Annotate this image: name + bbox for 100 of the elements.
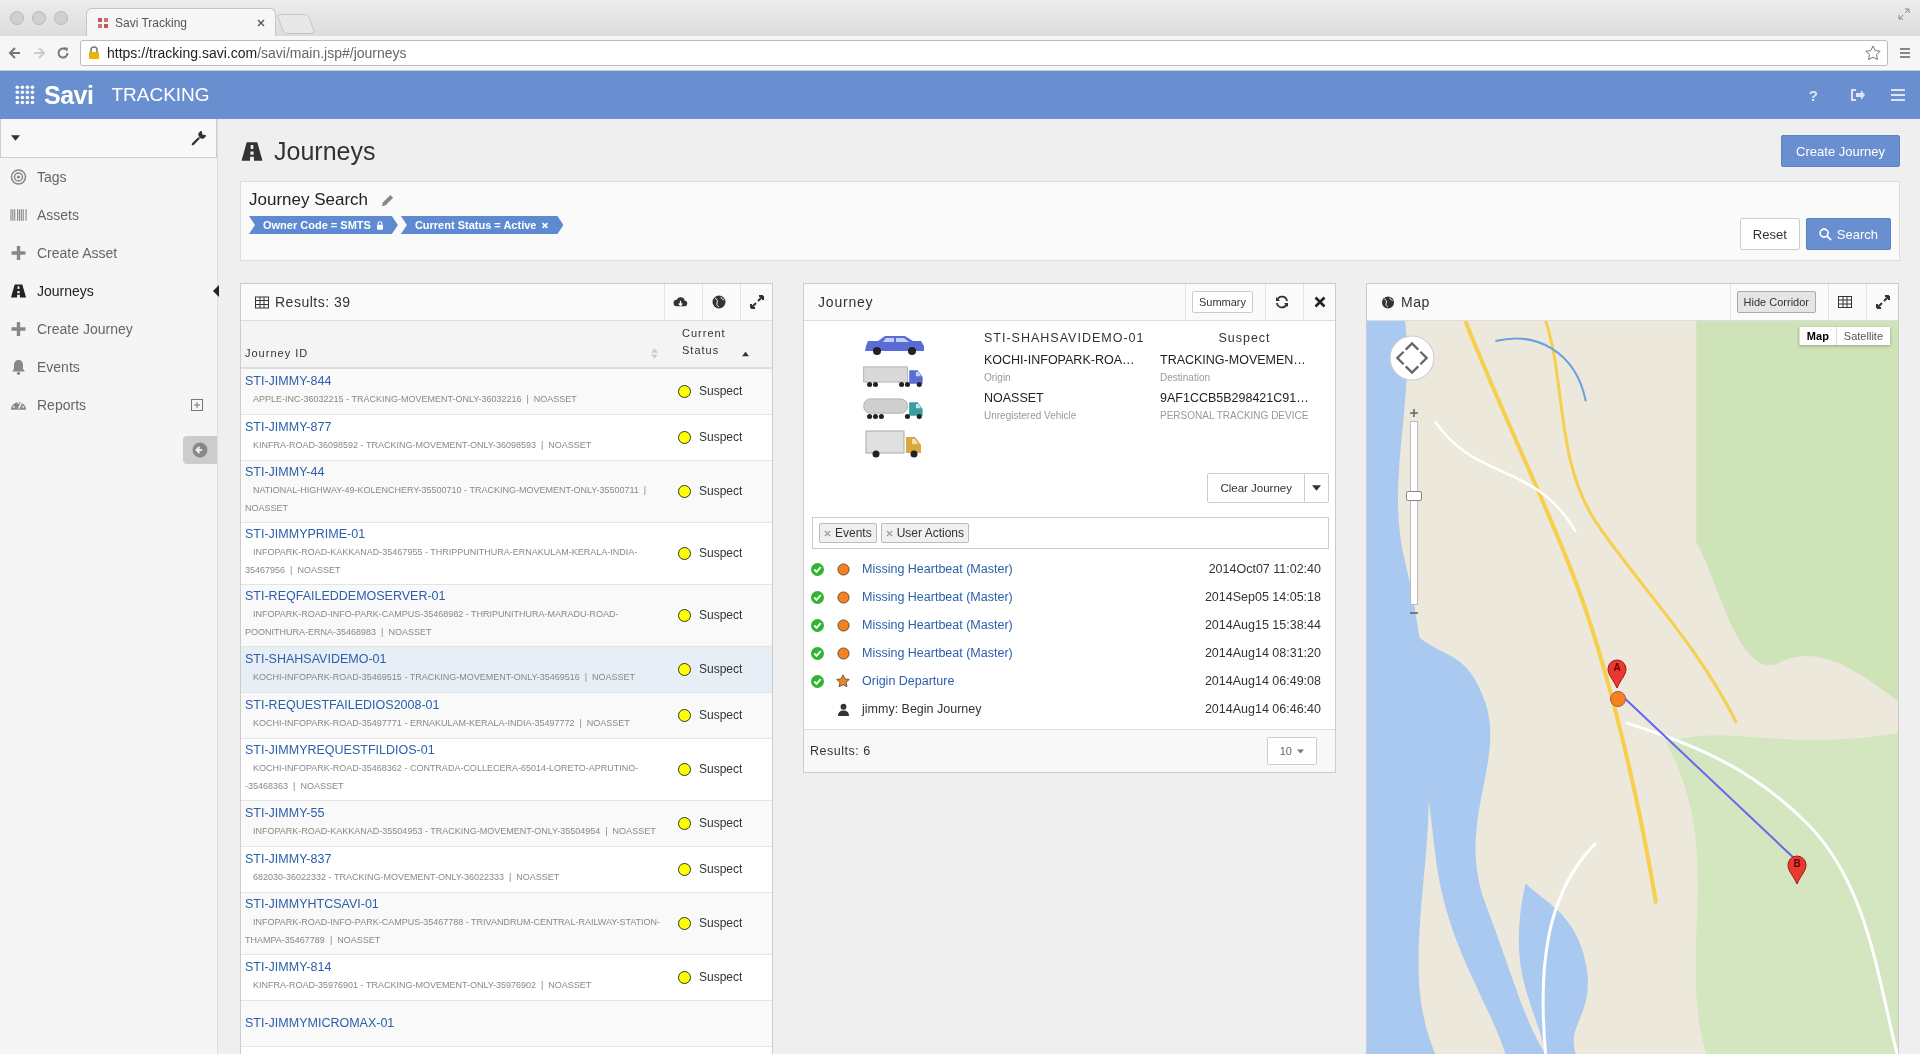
event-text: jimmy: Begin Journey [862, 702, 982, 716]
road-icon [10, 283, 27, 299]
expand-icon[interactable] [191, 399, 203, 411]
event-link[interactable]: Missing Heartbeat (Master) [862, 618, 1013, 632]
wrench-icon[interactable] [191, 130, 206, 146]
field-label: Unregistered Vehicle [984, 410, 1078, 421]
status-dot [678, 384, 691, 398]
journey-link[interactable]: STI-REQFAILEDDEMOSERVER-01 [245, 589, 678, 603]
result-row[interactable]: STI-JIMMY-844 APPLE-INC-36032215 - TRACKING-MOVEMENT-ONLY-36032216 | NOASSET Suspect [241, 369, 772, 415]
status-text: Suspect [699, 762, 743, 776]
reset-button[interactable]: Reset [1739, 218, 1800, 250]
plus-icon [10, 321, 27, 337]
clear-journey-button[interactable]: Clear Journey [1207, 473, 1305, 503]
summary-button[interactable]: Summary [1191, 291, 1253, 313]
result-row[interactable]: STI-REQUESTFAILEDIOS2008-01 KOCHI-INFOPARK-ROAD-35497771 - ERNAKULAM-KERALA-INDIA-35497772 | NOASSET Suspect [241, 693, 772, 739]
logout-icon[interactable] [1850, 87, 1866, 103]
map-type-button[interactable]: Map [1798, 327, 1836, 345]
lock-icon [375, 220, 384, 230]
journey-detail: KOCHI-INFOPARK-ROAD-35469515 - TRACKING-MOVEMENT-ONLY-35469516 | NOASSET [252, 671, 637, 684]
result-row[interactable]: STI-JIMMYHTCSAVI-01 INFOPARK-ROAD-INFO-PARK-CAMPUS-35467788 - TRIVANDRUM-CENTRAL-RAILWAY-STATION-THAMPA-35467789 | NOASSET Suspect [241, 893, 772, 955]
collapse-sidebar-button[interactable] [183, 436, 217, 464]
remove-icon[interactable] [824, 529, 831, 537]
journey-link[interactable]: STI-JIMMYHTCSAVI-01 [245, 897, 678, 911]
pencil-icon[interactable] [380, 192, 396, 208]
result-row[interactable]: STI-SHAHSAVIDEMO-01 KOCHI-INFOPARK-ROAD-35469515 - TRACKING-MOVEMENT-ONLY-35469516 | NOASSET Suspect [241, 647, 772, 693]
status-dot [678, 970, 691, 984]
journey-link[interactable]: STI-JIMMYREQUESTFILDIOS-01 [245, 743, 678, 757]
event-time: 2014Sep05 14:05:18 [1204, 590, 1321, 604]
hide-corridor-button[interactable]: Hide Corridor [1736, 291, 1816, 313]
close-tab-icon[interactable] [257, 18, 265, 27]
page-size-dropdown[interactable]: 10 [1266, 737, 1317, 765]
journey-link[interactable]: STI-JIMMY-837 [245, 852, 678, 866]
logo-icon [14, 84, 36, 106]
sidebar-item[interactable]: Create Journey [0, 310, 217, 348]
status-dot [678, 430, 691, 444]
tanker-truck-icon [862, 397, 926, 421]
reload-icon[interactable] [56, 46, 70, 60]
results-count: Results: 6 [810, 744, 871, 758]
search-icon [1818, 227, 1832, 241]
journey-link[interactable]: STI-REQUESTFAILEDIOS2008-01 [245, 698, 678, 712]
search-title: Journey Search [249, 190, 369, 210]
remove-icon[interactable] [885, 529, 893, 537]
event-link[interactable]: Missing Heartbeat (Master) [862, 562, 1013, 576]
journey-link[interactable]: STI-JIMMY-44 [245, 465, 678, 479]
menu-icon[interactable] [1898, 46, 1912, 60]
cloud-download-icon [673, 295, 688, 309]
filter-tag[interactable]: Events [819, 523, 877, 543]
menu-icon[interactable] [1890, 87, 1906, 103]
sidebar-item[interactable]: Tags [0, 158, 217, 196]
zoom-in-icon[interactable] [1408, 407, 1420, 419]
filter-chip[interactable]: Current Status = Active [400, 216, 564, 234]
journey-link[interactable]: STI-JIMMY-814 [245, 960, 678, 974]
event-link[interactable]: Origin Departure [862, 674, 955, 688]
status-text: Suspect [699, 384, 743, 398]
sidebar-item[interactable]: Assets [0, 196, 217, 234]
journey-link[interactable]: STI-JIMMY-844 [245, 374, 678, 388]
refresh-icon [1274, 295, 1289, 309]
journey-link[interactable]: STI-JIMMYPRIME-01 [245, 527, 678, 541]
dropdown-button[interactable] [1305, 473, 1329, 503]
result-row[interactable]: STI-REQFAILEDDEMOSERVER-01 INFOPARK-ROAD-INFO-PARK-CAMPUS-35468982 - THRIPUNITHURA-MARADU-ROAD-POONITHURA-ERNA-35468983 | NOASSET Suspect [241, 585, 772, 647]
bookmark-star-icon[interactable] [1865, 45, 1881, 61]
sidebar-item[interactable]: Reports [0, 386, 217, 424]
status-text: Suspect [699, 708, 743, 722]
sidebar-item[interactable]: Create Asset [0, 234, 217, 272]
journey-link[interactable]: STI-SHAHSAVIDEMO-01 [245, 652, 678, 666]
fullscreen-icon[interactable] [1898, 8, 1910, 20]
user-icon [837, 702, 849, 716]
globe-icon [1381, 295, 1395, 309]
filter-tags-field[interactable]: Events User Actions [812, 517, 1329, 549]
filter-tag[interactable]: User Actions [880, 523, 970, 543]
browser-tab[interactable]: Savi Tracking [86, 8, 276, 36]
result-row[interactable]: STI-JIMMY-44 NATIONAL-HIGHWAY-49-KOLENCHERY-35500710 - TRACKING-MOVEMENT-ONLY-35500711 | NOASSET Suspect [241, 461, 772, 523]
filter-chip[interactable]: Owner Code = SMTS [249, 216, 398, 234]
result-row[interactable]: STI-JIMMYMICROMAX-01 [241, 1001, 772, 1047]
address-bar[interactable]: https://tracking.savi.com/savi/main.jsp#/journeys [80, 40, 1888, 66]
status-text: Suspect [699, 862, 743, 876]
journey-link[interactable]: STI-JIMMY-55 [245, 806, 678, 820]
caret-icon[interactable] [11, 135, 20, 141]
sidebar-item[interactable]: Journeys [0, 272, 217, 310]
pointer-icon [213, 285, 219, 297]
result-row[interactable]: STI-JIMMY-55 INFOPARK-ROAD-KAKKANAD-35504953 - TRACKING-MOVEMENT-ONLY-35504954 | NOASSET Suspect [241, 801, 772, 847]
back-icon[interactable] [8, 46, 22, 60]
field-label: Origin [984, 372, 1012, 383]
column-header[interactable]: Current Status [678, 325, 772, 367]
event-link[interactable]: Missing Heartbeat (Master) [862, 646, 1013, 660]
journey-link[interactable]: STI-JIMMYMICROMAX-01 [245, 1016, 772, 1030]
status-dot [678, 762, 691, 776]
plus-icon [10, 245, 27, 261]
alert-dot-icon [836, 590, 850, 604]
map-type-button[interactable]: Satellite [1835, 327, 1890, 345]
journey-detail: KOCHI-INFOPARK-ROAD-35468362 - CONTRADA-COLLECERA-65014-LORETO-APRUTINO--35468363 | NOASSET [245, 762, 640, 793]
field-value: 9AF1CCB5B298421C91… [1160, 391, 1310, 405]
journey-link[interactable]: STI-JIMMY-877 [245, 420, 678, 434]
table-icon [255, 295, 269, 309]
logo-text: Savi [44, 80, 94, 110]
column-header[interactable]: Journey ID [241, 347, 678, 367]
zoom-slider-thumb[interactable] [1406, 490, 1422, 501]
pan-control[interactable] [1389, 335, 1435, 381]
event-link[interactable]: Missing Heartbeat (Master) [862, 590, 1013, 604]
sidebar-item[interactable]: Events [0, 348, 217, 386]
